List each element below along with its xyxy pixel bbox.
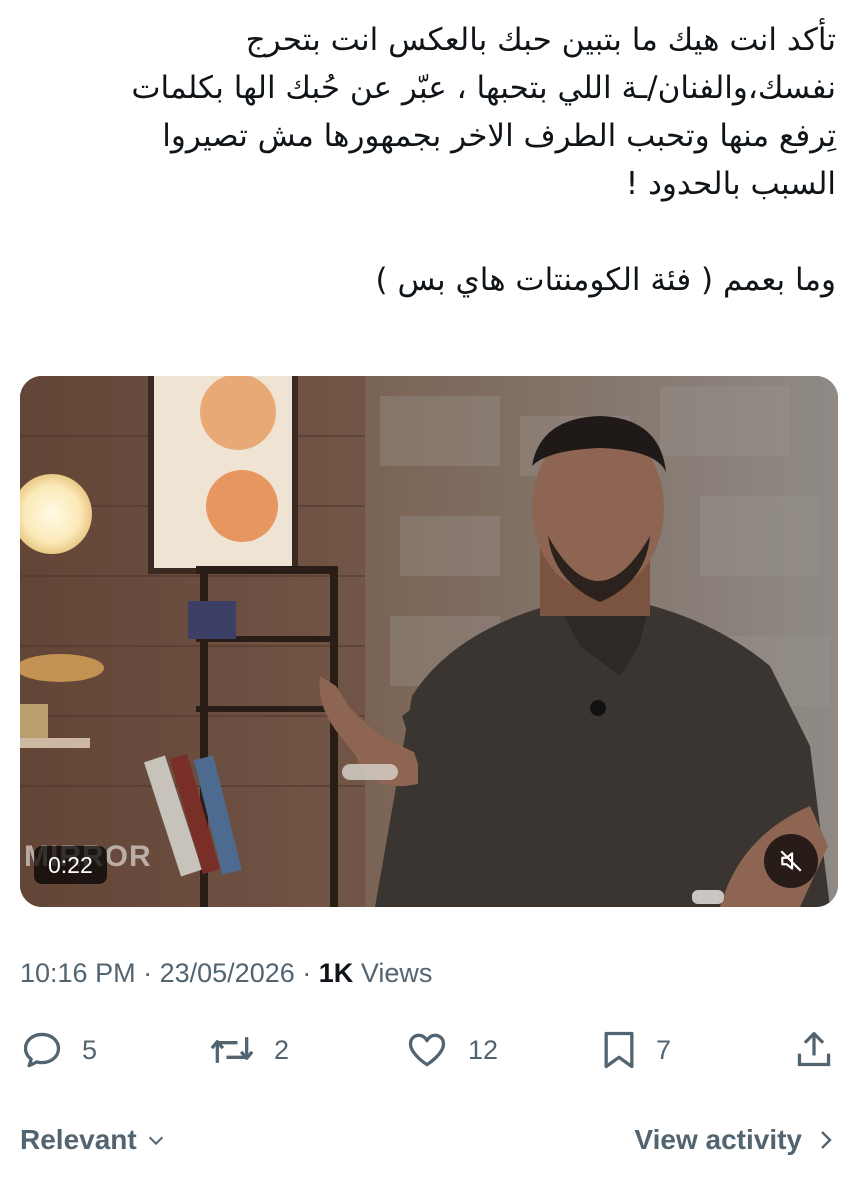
tweet-text: تأكد انت هيك ما بتبين حبك بالعكس انت بتح… <box>20 16 836 304</box>
tweet-line: تِرفع منها وتحبب الطرف الاخر بجمهورها مش… <box>162 118 836 154</box>
chevron-right-icon <box>821 1131 832 1149</box>
view-activity-link[interactable]: View activity <box>634 1124 836 1156</box>
view-activity-label: View activity <box>634 1124 802 1155</box>
reply-icon <box>23 1032 61 1068</box>
like-button[interactable]: 12 <box>404 1028 498 1072</box>
bookmark-button[interactable]: 7 <box>600 1028 671 1072</box>
chevron-down-icon <box>148 1136 163 1146</box>
video-duration-badge: 0:22 <box>34 846 107 884</box>
repost-count: 2 <box>274 1034 290 1065</box>
tweet-time: 10:16 PM <box>20 958 136 988</box>
tweet-line: نفسك،والفنان/ـة اللي بتحبها ، عبّر عن حُ… <box>131 70 836 106</box>
repost-icon <box>210 1037 254 1063</box>
tweet-line: وما بعمم ( فئة الكومنتات هاي بس ) <box>375 262 836 298</box>
reply-footer: Relevant View activity <box>20 1124 836 1160</box>
heart-icon <box>408 1033 446 1067</box>
repost-button[interactable]: 2 <box>208 1028 289 1072</box>
views-label: Views <box>360 958 433 988</box>
mute-button[interactable] <box>764 834 818 888</box>
tweet-line: السبب بالحدود ! <box>625 166 836 202</box>
action-bar: 5 2 12 7 <box>20 1028 834 1078</box>
reply-count: 5 <box>82 1034 98 1065</box>
muted-speaker-icon <box>780 850 802 872</box>
video-frame <box>20 376 838 907</box>
bookmark-count: 7 <box>656 1034 672 1065</box>
share-button[interactable] <box>794 1028 834 1072</box>
meta-separator: · <box>143 958 153 988</box>
video-player[interactable]: MIRROR 0:22 <box>20 376 838 907</box>
sort-label: Relevant <box>20 1124 137 1155</box>
meta-separator: · <box>302 958 312 988</box>
tweet-meta: 10:16 PM · 23/05/2026 · 1K Views <box>20 958 432 989</box>
share-icon <box>797 1032 831 1067</box>
like-count: 12 <box>468 1034 499 1065</box>
tweet-date: 23/05/2026 <box>159 958 295 988</box>
bookmark-icon <box>604 1031 634 1069</box>
reply-button[interactable]: 5 <box>20 1028 97 1072</box>
views-count: 1K <box>318 958 354 988</box>
tweet-line: تأكد انت هيك ما بتبين حبك بالعكس انت بتح… <box>245 22 836 58</box>
sort-dropdown[interactable]: Relevant <box>20 1124 167 1156</box>
